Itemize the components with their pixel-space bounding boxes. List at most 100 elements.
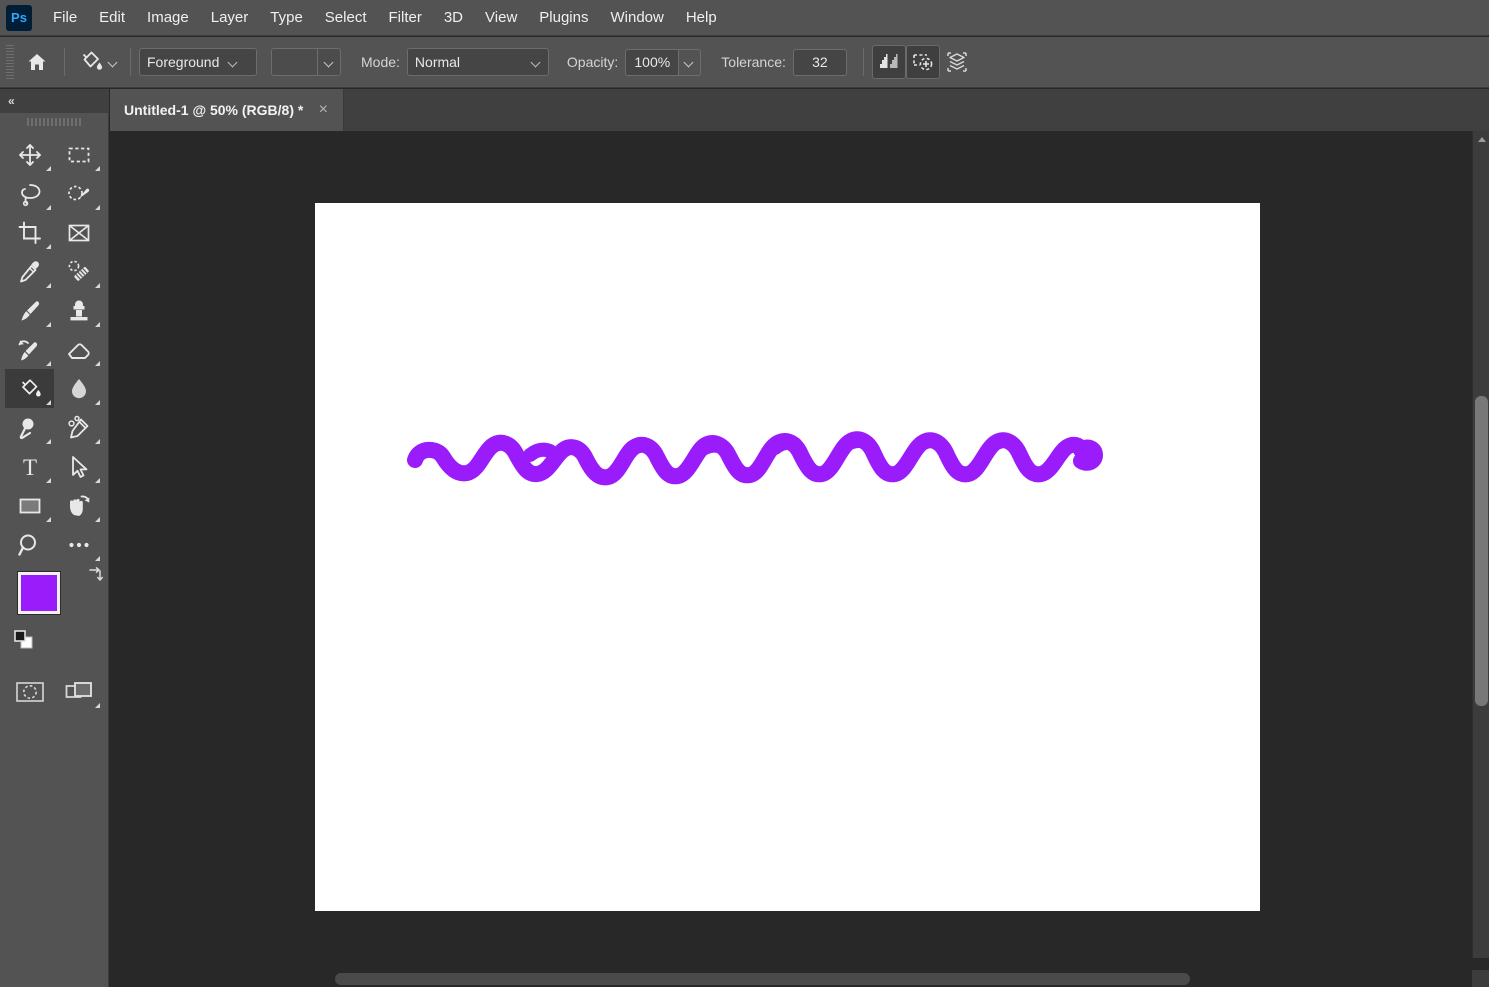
scroll-up-button[interactable] [1473,131,1489,147]
menu-filter[interactable]: Filter [378,5,433,30]
contiguous-toggle[interactable] [905,45,940,79]
document-canvas[interactable] [315,203,1260,911]
anti-alias-toggle[interactable] [871,45,906,79]
flyout-triangle-icon[interactable] [95,166,100,171]
tool-rectangular-marquee[interactable] [54,135,103,174]
tool-frame[interactable] [54,213,103,252]
flyout-triangle-icon[interactable] [46,322,51,327]
purple-squiggle-wave [407,431,1104,486]
type-t-icon: T [22,455,36,480]
opacity-control[interactable]: 100% [625,48,702,76]
photoshop-logo-icon: Ps [6,4,32,31]
pattern-swatch[interactable] [271,48,317,76]
tolerance-input[interactable]: 32 [792,48,847,76]
all-layers-toggle[interactable] [940,45,974,79]
options-bar-grip[interactable] [6,45,14,79]
fill-source-dropdown[interactable]: Foreground [139,48,257,76]
flyout-triangle-icon[interactable] [95,400,100,405]
document-tab[interactable]: Untitled-1 @ 50% (RGB/8) * × [110,89,345,131]
tool-eraser[interactable] [54,330,103,369]
menu-type[interactable]: Type [259,5,314,30]
flyout-triangle-icon[interactable] [95,478,100,483]
swap-colors-icon[interactable] [86,566,104,584]
tool-move[interactable] [5,135,54,174]
menu-plugins[interactable]: Plugins [528,5,599,30]
dodge-icon [19,418,33,439]
menu-image[interactable]: Image [136,5,200,30]
tool-spot-healing-brush[interactable] [54,252,103,291]
default-colors-icon[interactable] [14,630,34,650]
horizontal-scrollbar[interactable] [110,971,1472,987]
toolbar-bottom-fill [0,958,109,987]
mode-label: Mode: [361,54,400,70]
tools-panel-grip[interactable] [27,118,81,126]
flyout-triangle-icon[interactable] [95,205,100,210]
tool-screen-mode[interactable] [54,672,103,711]
flyout-triangle-icon[interactable] [95,703,100,708]
pattern-chevron-down-icon[interactable] [317,48,341,76]
flyout-triangle-icon[interactable] [95,283,100,288]
tool-brush[interactable] [5,291,54,330]
tool-pen[interactable] [54,408,103,447]
tool-edit-toolbar[interactable] [54,525,103,564]
flyout-triangle-icon[interactable] [95,322,100,327]
tool-eyedropper[interactable] [5,252,54,291]
tool-horizontal-type[interactable]: T [5,447,54,486]
opacity-input[interactable]: 100% [625,48,680,76]
menu-3d[interactable]: 3D [433,5,474,30]
horizontal-scrollbar-thumb[interactable] [335,973,1190,985]
tool-quick-mask-mode[interactable] [5,672,54,711]
flyout-triangle-icon[interactable] [46,205,51,210]
tool-clone-stamp[interactable] [54,291,103,330]
menu-file[interactable]: File [42,5,88,30]
document-tab-title: Untitled-1 @ 50% (RGB/8) * [124,102,304,118]
tool-dodge[interactable] [5,408,54,447]
foreground-color-swatch[interactable] [17,571,61,615]
options-separator-3 [862,48,864,76]
canvas-area[interactable] [110,131,1455,958]
menu-layer[interactable]: Layer [200,5,260,30]
active-tool-preset-picker[interactable] [73,44,122,80]
menu-help[interactable]: Help [675,5,728,30]
vertical-scrollbar-thumb[interactable] [1475,396,1488,706]
brush-icon [21,300,39,320]
tool-preset-chevron-down-icon[interactable] [109,58,118,67]
close-icon[interactable]: × [315,102,331,118]
mode-dropdown[interactable]: Normal [406,48,549,76]
tool-paint-bucket[interactable] [5,369,54,408]
fill-source-chevron-down-icon[interactable] [229,58,238,67]
eraser-icon [67,342,90,359]
tool-crop[interactable] [5,213,54,252]
tool-blur[interactable] [54,369,103,408]
tool-lasso[interactable] [5,174,54,213]
opacity-chevron-down-icon[interactable] [679,48,702,76]
flyout-triangle-icon[interactable] [46,439,51,444]
tool-history-brush[interactable] [5,330,54,369]
flyout-triangle-icon[interactable] [46,361,51,366]
menu-view[interactable]: View [474,5,528,30]
options-separator-2 [130,48,131,76]
flyout-triangle-icon[interactable] [46,244,51,249]
tool-rectangle[interactable] [5,486,54,525]
flyout-triangle-icon[interactable] [46,166,51,171]
menu-edit[interactable]: Edit [88,5,136,30]
menu-select[interactable]: Select [314,5,378,30]
mode-chevron-down-icon[interactable] [532,58,541,67]
flyout-triangle-icon[interactable] [95,361,100,366]
tool-path-selection[interactable] [54,447,103,486]
flyout-triangle-icon[interactable] [95,556,100,561]
tool-zoom[interactable] [5,525,54,564]
toolbar-collapse-button[interactable]: « [0,89,109,113]
pattern-picker[interactable] [271,48,341,76]
menu-window[interactable]: Window [599,5,674,30]
tool-object-selection[interactable] [54,174,103,213]
flyout-triangle-icon[interactable] [46,478,51,483]
flyout-triangle-icon[interactable] [95,439,100,444]
flyout-triangle-icon[interactable] [46,517,51,522]
home-button[interactable] [18,43,56,81]
vertical-scrollbar[interactable] [1472,131,1489,958]
flyout-triangle-icon[interactable] [46,400,51,405]
flyout-triangle-icon[interactable] [46,283,51,288]
tool-hand[interactable] [54,486,103,525]
flyout-triangle-icon[interactable] [95,517,100,522]
